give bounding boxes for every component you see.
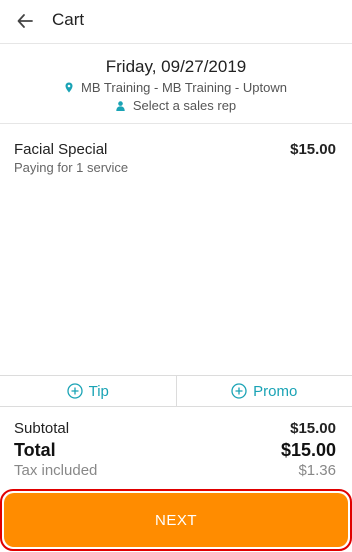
totals-summary: Subtotal $15.00 Total $15.00 Tax include… [14, 420, 336, 482]
next-button-highlight: NEXT [0, 489, 352, 551]
subtotal-row: Subtotal $15.00 [14, 420, 336, 440]
tip-button[interactable]: Tip [0, 376, 176, 406]
tax-row: Tax included $1.36 [14, 462, 336, 482]
cart-actions: Tip Promo [0, 375, 352, 407]
add-circle-icon [231, 383, 247, 399]
location-label: MB Training - MB Training - Uptown [81, 80, 287, 95]
total-row: Total $15.00 [14, 440, 336, 462]
tip-label: Tip [88, 382, 109, 400]
total-label: Total [14, 440, 56, 460]
sales-rep-selector[interactable]: Select a sales rep [0, 98, 352, 113]
subtotal-value: $15.00 [290, 420, 336, 437]
total-value: $15.00 [280, 440, 336, 460]
promo-label: Promo [253, 382, 298, 400]
promo-button[interactable]: Promo [175, 376, 352, 406]
sales-rep-label: Select a sales rep [132, 98, 237, 113]
arrow-left-icon [17, 14, 33, 28]
item-price: $15.00 [290, 141, 336, 158]
cart-item[interactable]: Facial Special Paying for 1 service $15.… [14, 141, 336, 175]
back-button[interactable] [12, 8, 38, 34]
subtotal-label: Subtotal [14, 420, 70, 437]
person-icon [116, 100, 125, 111]
appointment-header: Friday, 09/27/2019 MB Training - MB Trai… [0, 45, 352, 124]
item-name: Facial Special [14, 141, 108, 158]
top-bar: Cart [0, 0, 352, 44]
page-title: Cart [52, 10, 85, 29]
appointment-date: Friday, 09/27/2019 [105, 57, 247, 76]
add-circle-icon [66, 383, 83, 399]
location-row: MB Training - MB Training - Uptown [0, 80, 352, 95]
tax-label: Tax included [14, 462, 98, 479]
item-subtitle: Paying for 1 service [14, 160, 129, 175]
next-button[interactable]: NEXT [4, 493, 348, 547]
location-pin-icon [65, 82, 73, 93]
tax-value: $1.36 [298, 462, 336, 479]
